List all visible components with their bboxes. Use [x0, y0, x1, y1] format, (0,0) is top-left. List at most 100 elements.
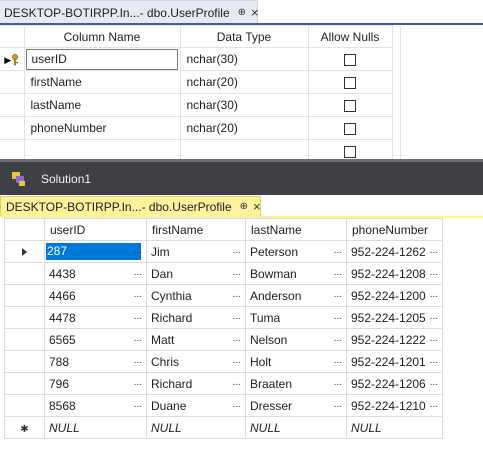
cell-ellipsis: ...: [333, 377, 342, 388]
new-row-cell[interactable]: NULL: [44, 416, 147, 439]
allow-nulls-cell[interactable]: [307, 93, 393, 117]
cell-userid[interactable]: 4466...: [44, 284, 147, 307]
cell-value: Dan: [151, 266, 174, 281]
col-header-lastname[interactable]: lastName: [245, 218, 347, 241]
cell-firstname[interactable]: Chris...: [146, 350, 246, 373]
cell-phonenumber[interactable]: 952-224-1200...: [346, 284, 443, 307]
cell-lastname[interactable]: Anderson...: [245, 284, 347, 307]
close-icon[interactable]: ×: [253, 200, 261, 213]
row-selector[interactable]: [4, 284, 45, 307]
cell-userid[interactable]: 8568...: [44, 394, 147, 417]
row-selector[interactable]: [4, 262, 45, 285]
col-header-userid[interactable]: userID: [44, 218, 147, 241]
cell-lastname[interactable]: Peterson...: [245, 240, 347, 263]
close-icon[interactable]: ×: [251, 6, 259, 19]
cell-firstname[interactable]: Richard...: [146, 372, 246, 395]
designer-row[interactable]: lastName nchar(30): [0, 93, 401, 117]
designer-grid: Column Name Data Type Allow Nulls ▶ user…: [0, 25, 401, 163]
allow-nulls-checkbox[interactable]: [344, 76, 356, 89]
row-selector[interactable]: ▶: [0, 47, 25, 71]
column-name-cell[interactable]: userID: [23, 47, 181, 71]
row-selector[interactable]: [4, 350, 45, 373]
allow-nulls-checkbox[interactable]: [344, 99, 356, 112]
cell-phonenumber[interactable]: 952-224-1208...: [346, 262, 443, 285]
new-row-cell[interactable]: NULL: [146, 416, 246, 439]
table-row[interactable]: 4478... Richard... Tuma... 952-224-1205...: [4, 306, 443, 329]
column-name-cell[interactable]: lastName: [23, 93, 181, 117]
cell-lastname[interactable]: Holt...: [245, 350, 347, 373]
cell-userid[interactable]: 287...: [44, 240, 147, 263]
cell-phonenumber[interactable]: 952-224-1201...: [346, 350, 443, 373]
cell-userid[interactable]: 4478...: [44, 306, 147, 329]
table-row[interactable]: 4438... Dan... Bowman... 952-224-1208...: [4, 262, 443, 285]
cell-firstname[interactable]: Dan...: [146, 262, 246, 285]
solution-label[interactable]: Solution1: [41, 172, 91, 186]
new-row-cell[interactable]: NULL: [245, 416, 347, 439]
allow-nulls-checkbox[interactable]: [344, 122, 356, 135]
table-row[interactable]: 788... Chris... Holt... 952-224-1201...: [4, 350, 443, 373]
allow-nulls-cell[interactable]: [307, 116, 393, 140]
cell-ellipsis: ...: [232, 311, 241, 322]
cell-lastname[interactable]: Tuma...: [245, 306, 347, 329]
row-selector[interactable]: [4, 306, 45, 329]
solution-bar[interactable]: Solution1: [0, 159, 483, 195]
tab-designer-userprofile[interactable]: DESKTOP-BOTIRPP.In...- dbo.UserProfile ⊕…: [0, 0, 259, 24]
data-type-header[interactable]: Data Type: [179, 25, 309, 48]
cell-phonenumber[interactable]: 952-224-1210...: [346, 394, 443, 417]
column-name-cell[interactable]: phoneNumber: [23, 116, 181, 140]
designer-row[interactable]: phoneNumber nchar(20): [0, 116, 401, 140]
row-selector[interactable]: ✱: [4, 416, 45, 439]
cell-userid[interactable]: 4438...: [44, 262, 147, 285]
row-selector[interactable]: [0, 93, 25, 117]
table-row[interactable]: 8568... Duane... Dresser... 952-224-1210...: [4, 394, 443, 417]
cell-phonenumber[interactable]: 952-224-1222...: [346, 328, 443, 351]
pin-icon[interactable]: ⊕: [240, 201, 248, 212]
data-type-cell[interactable]: nchar(30): [179, 47, 309, 71]
cell-firstname[interactable]: Cynthia...: [146, 284, 246, 307]
col-header-phonenumber[interactable]: phoneNumber: [346, 218, 443, 241]
data-type-cell[interactable]: nchar(30): [179, 93, 309, 117]
new-row[interactable]: ✱ NULL NULL NULL NULL: [4, 416, 443, 439]
cell-phonenumber[interactable]: 952-224-1206...: [346, 372, 443, 395]
cell-userid[interactable]: 6565...: [44, 328, 147, 351]
table-row[interactable]: 4466... Cynthia... Anderson... 952-224-1200…: [4, 284, 443, 307]
allow-nulls-checkbox[interactable]: [344, 53, 356, 66]
tab-data-userprofile[interactable]: DESKTOP-BOTIRPP.In...- dbo.UserProfile ⊕…: [0, 196, 261, 217]
cell-lastname[interactable]: Nelson...: [245, 328, 347, 351]
allow-nulls-checkbox[interactable]: [344, 145, 356, 158]
new-row-cell[interactable]: NULL: [346, 416, 443, 439]
cell-firstname[interactable]: Matt...: [146, 328, 246, 351]
row-selector[interactable]: [4, 372, 45, 395]
table-row[interactable]: 6565... Matt... Nelson... 952-224-1222...: [4, 328, 443, 351]
pin-icon[interactable]: ⊕: [238, 7, 246, 18]
cell-phonenumber[interactable]: 952-224-1205...: [346, 306, 443, 329]
cell-firstname[interactable]: Jim...: [146, 240, 246, 263]
allow-nulls-header[interactable]: Allow Nulls: [307, 25, 393, 48]
column-name-input[interactable]: userID: [25, 48, 178, 70]
col-header-firstname[interactable]: firstName: [146, 218, 246, 241]
cell-lastname[interactable]: Bowman...: [245, 262, 347, 285]
null-value: NULL: [250, 420, 281, 435]
data-type-cell[interactable]: nchar(20): [179, 116, 309, 140]
column-name-cell[interactable]: firstName: [23, 70, 181, 94]
cell-userid[interactable]: 796...: [44, 372, 147, 395]
cell-lastname[interactable]: Braaten...: [245, 372, 347, 395]
row-selector[interactable]: [4, 240, 45, 263]
row-selector[interactable]: [0, 70, 25, 94]
designer-row[interactable]: firstName nchar(20): [0, 70, 401, 94]
allow-nulls-cell[interactable]: [307, 47, 393, 71]
column-name-header[interactable]: Column Name: [23, 25, 181, 48]
cell-firstname[interactable]: Richard...: [146, 306, 246, 329]
row-selector[interactable]: [4, 328, 45, 351]
allow-nulls-cell[interactable]: [307, 70, 393, 94]
cell-phonenumber[interactable]: 952-224-1262...: [346, 240, 443, 263]
cell-lastname[interactable]: Dresser...: [245, 394, 347, 417]
data-type-cell[interactable]: nchar(20): [179, 70, 309, 94]
table-row[interactable]: 287... Jim... Peterson... 952-224-1262...: [4, 240, 443, 263]
row-selector[interactable]: [4, 394, 45, 417]
cell-firstname[interactable]: Duane...: [146, 394, 246, 417]
row-selector[interactable]: [0, 116, 25, 140]
table-row[interactable]: 796... Richard... Braaten... 952-224-1206..…: [4, 372, 443, 395]
designer-row[interactable]: ▶ userID nchar(30): [0, 47, 401, 71]
cell-userid[interactable]: 788...: [44, 350, 147, 373]
